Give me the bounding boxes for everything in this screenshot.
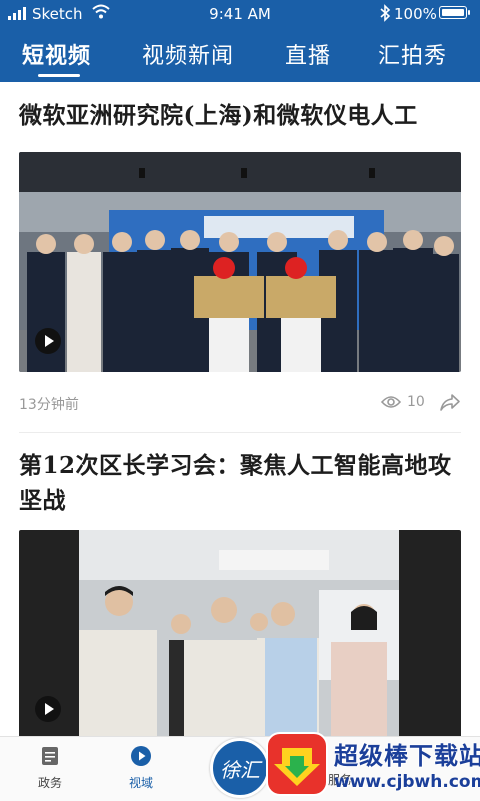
view-count: 10	[407, 394, 425, 410]
bottom-tab-label: 视域	[128, 776, 153, 790]
active-tab-indicator	[38, 74, 80, 77]
watermark-logo-icon	[266, 732, 328, 796]
watermark-url: www.cjbwh.com	[334, 772, 480, 792]
divider	[19, 432, 461, 433]
feed-card[interactable]: 微软亚洲研究院(上海)和微软仪电人工 13分钟前 10	[19, 98, 461, 418]
bottom-tab-government[interactable]: 政务	[15, 745, 85, 791]
document-icon	[39, 747, 61, 770]
article-title[interactable]: 微软亚洲研究院(上海)和微软仪电人工	[19, 98, 461, 133]
share-icon[interactable]	[439, 392, 461, 416]
battery-icon	[439, 6, 470, 19]
article-meta: 13分钟前 10	[19, 392, 461, 416]
xuhui-logo-button[interactable]: 徐汇	[210, 738, 270, 798]
top-tab-bar: 短视频 视频新闻 直播 汇拍秀	[0, 28, 480, 82]
play-button[interactable]	[35, 696, 61, 722]
eye-icon	[380, 394, 402, 414]
status-bar: Sketch 9:41 AM 100%	[0, 0, 480, 28]
bluetooth-icon	[379, 3, 391, 27]
watermark: 超级棒下载站 www.cjbwh.com	[266, 732, 480, 800]
play-circle-icon	[130, 746, 152, 770]
tab-video-news[interactable]: 视频新闻	[142, 38, 234, 70]
video-thumbnail[interactable]	[19, 530, 461, 736]
feed-card[interactable]: 第12次区长学习会：聚焦人工智能高地攻坚战	[19, 448, 461, 736]
tab-photo-show[interactable]: 汇拍秀	[378, 38, 447, 70]
battery-percent: 100%	[394, 5, 437, 23]
bottom-tab-label: 政务	[37, 776, 62, 790]
publish-time: 13分钟前	[19, 397, 79, 413]
video-thumbnail[interactable]	[19, 152, 461, 372]
article-title[interactable]: 第12次区长学习会：聚焦人工智能高地攻坚战	[19, 448, 461, 518]
tab-short-video[interactable]: 短视频	[22, 38, 91, 70]
video-feed[interactable]: 微软亚洲研究院(上海)和微软仪电人工 13分钟前 10 第12次区长学习会：聚焦…	[0, 82, 480, 736]
play-button[interactable]	[35, 328, 61, 354]
bottom-tab-video[interactable]: 视域	[106, 745, 176, 791]
watermark-title: 超级棒下载站	[334, 742, 480, 770]
tab-live[interactable]: 直播	[285, 38, 331, 70]
